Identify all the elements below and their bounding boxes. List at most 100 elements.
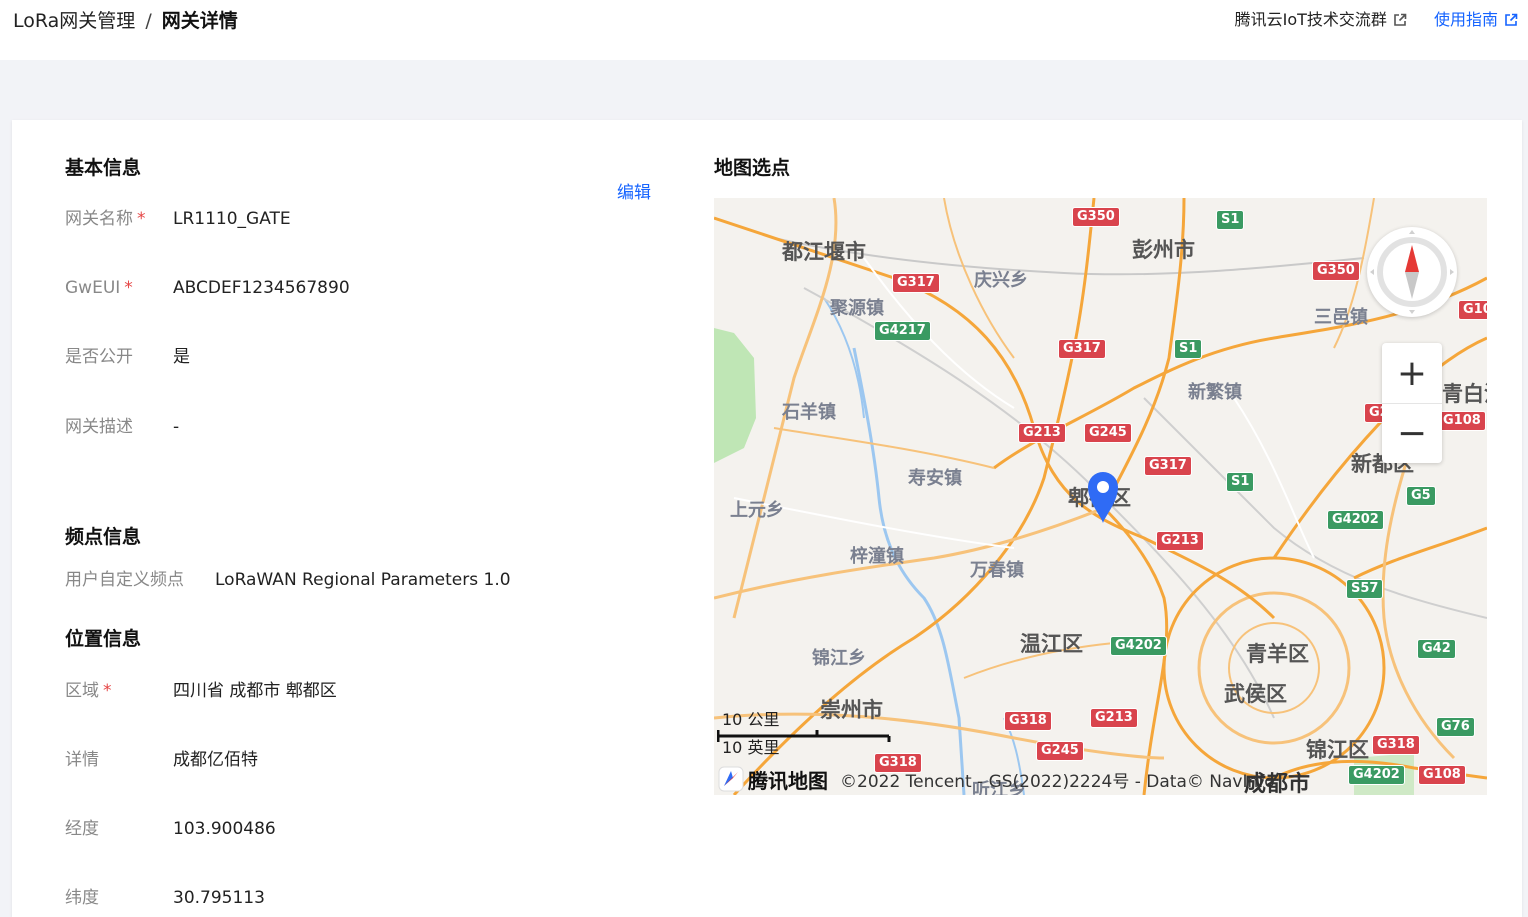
- external-link-icon: [1394, 13, 1407, 26]
- map-place: 上元乡: [730, 500, 784, 521]
- map-place: 梓潼镇: [850, 546, 904, 567]
- page-title: 网关详情: [161, 10, 238, 32]
- road-shield: G5: [1406, 486, 1436, 506]
- latitude-value: 30.795113: [173, 888, 265, 908]
- iot-community-label: 腾讯云IoT技术交流群: [1234, 10, 1387, 29]
- road-shield: G76: [1436, 717, 1475, 737]
- region-value: 四川省 成都市 郫都区: [173, 681, 337, 701]
- map-scale: 10 公里 10 英里: [717, 706, 893, 758]
- map-place: 彭州市: [1132, 238, 1195, 262]
- zoom-in-button[interactable]: +: [1382, 343, 1442, 403]
- map-place: 都江堰市: [782, 240, 866, 264]
- zoom-controls: + −: [1382, 343, 1442, 463]
- road-shield: G108: [1418, 765, 1466, 785]
- road-shield: S1: [1216, 210, 1245, 230]
- road-shield: G4217: [874, 321, 931, 341]
- map-attribution: 腾讯地图 ©2022 Tencent - GS(2022)2224号 - Dat…: [718, 764, 1275, 794]
- road-shield: G213: [1156, 531, 1204, 551]
- field-description: 网关描述 -: [65, 414, 179, 440]
- road-shield: G4202: [1327, 510, 1384, 530]
- road-shield: G42: [1417, 639, 1456, 659]
- map-place: 寿安镇: [908, 468, 962, 489]
- map-place: 庆兴乡: [974, 270, 1028, 291]
- gateway-name-value: LR1110_GATE: [173, 209, 291, 229]
- field-label: 网关名称 *: [65, 209, 146, 229]
- road-shield: G317: [1058, 339, 1106, 359]
- field-gateway-name: 网关名称 * LR1110_GATE: [65, 206, 291, 232]
- map-place: 新繁镇: [1188, 382, 1242, 403]
- field-label: 详情: [65, 750, 99, 770]
- map-place: 石羊镇: [782, 402, 836, 423]
- external-link-icon: [1505, 13, 1518, 26]
- road-shield: G350: [1072, 207, 1120, 227]
- field-label: 是否公开: [65, 347, 133, 367]
- iot-community-link[interactable]: 腾讯云IoT技术交流群: [1235, 8, 1407, 32]
- gweui-value: ABCDEF1234567890: [173, 278, 350, 298]
- field-label: 网关描述: [65, 417, 133, 437]
- road-shield: G213: [1018, 423, 1066, 443]
- gateway-detail-card: 基本信息 编辑 网关名称 * LR1110_GATE GwEUI * ABCDEF123…: [12, 120, 1522, 917]
- description-value: -: [173, 417, 180, 437]
- longitude-value: 103.900486: [173, 819, 276, 839]
- scale-mile-label: 10 英里: [722, 738, 780, 757]
- map-place: 锦江乡: [812, 648, 866, 669]
- road-shield: S1: [1226, 472, 1255, 492]
- road-shield: S1: [1174, 339, 1203, 359]
- map-place: 万春镇: [970, 560, 1024, 581]
- user-guide-link[interactable]: 使用指南: [1434, 8, 1518, 32]
- map-place: 温江区: [1020, 632, 1083, 656]
- map-title: 地图选点: [714, 157, 791, 179]
- field-public: 是否公开 是: [65, 344, 190, 370]
- location-info-title: 位置信息: [65, 628, 142, 650]
- map-place: 聚源镇: [830, 298, 884, 319]
- road-shield: G108: [1438, 411, 1486, 431]
- field-label: GwEUI *: [65, 278, 133, 298]
- map-copyright: ©2022 Tencent - GS(2022)2224号 - Data© Na…: [840, 771, 1275, 792]
- road-shield: G245: [1036, 741, 1084, 761]
- field-label: 区域 *: [65, 681, 112, 701]
- map-picker[interactable]: 都江堰市 彭州市 庆兴乡 聚源镇 三邑镇 石羊镇 新繁镇 青白江 寿安镇 新都区…: [714, 198, 1487, 795]
- public-value: 是: [173, 347, 190, 367]
- tencent-map-logo-icon: [718, 766, 744, 792]
- field-longitude: 经度 103.900486: [65, 816, 276, 842]
- map-place: 青羊区: [1246, 642, 1309, 666]
- compass-button[interactable]: [1367, 227, 1457, 317]
- field-label: 用户自定义频点: [65, 570, 184, 590]
- map-place: 锦江区: [1306, 738, 1369, 762]
- frequency-info-title: 频点信息: [65, 526, 142, 548]
- field-region: 区域 * 四川省 成都市 郫都区: [65, 678, 337, 704]
- frequency-value: LoRaWAN Regional Parameters 1.0: [215, 570, 511, 590]
- top-bar: LoRa网关管理 / 网关详情 腾讯云IoT技术交流群 使用指南: [0, 0, 1528, 60]
- field-latitude: 纬度 30.795113: [65, 885, 265, 911]
- breadcrumb-parent[interactable]: LoRa网关管理: [13, 10, 135, 32]
- road-shield: G317: [892, 273, 940, 293]
- scale-km-label: 10 公里: [722, 710, 780, 729]
- road-shield: G10: [1458, 300, 1487, 320]
- road-shield: G350: [1312, 261, 1360, 281]
- map-place: 三邑镇: [1314, 307, 1368, 328]
- field-detail: 详情 成都亿佰特: [65, 747, 258, 773]
- edit-button[interactable]: 编辑: [617, 178, 651, 203]
- breadcrumb-separator: /: [145, 10, 152, 32]
- road-shield: G318: [1372, 735, 1420, 755]
- map-place: 武侯区: [1224, 682, 1287, 706]
- location-pin-icon[interactable]: [1086, 468, 1120, 524]
- road-shield: G318: [1004, 711, 1052, 731]
- map-place: 青白江: [1442, 382, 1487, 406]
- map-logo-text: 腾讯地图: [748, 768, 828, 793]
- field-label: 纬度: [65, 888, 99, 908]
- basic-info-title: 基本信息: [65, 157, 142, 179]
- road-shield: G4202: [1348, 765, 1405, 785]
- user-guide-label: 使用指南: [1433, 10, 1498, 29]
- field-gweui: GwEUI * ABCDEF1234567890: [65, 275, 350, 301]
- breadcrumb: LoRa网关管理 / 网关详情: [13, 8, 238, 34]
- road-shield: G213: [1090, 708, 1138, 728]
- compass-icon: [1370, 230, 1454, 314]
- road-shield: G317: [1144, 456, 1192, 476]
- field-label: 经度: [65, 819, 99, 839]
- road-shield: G245: [1084, 423, 1132, 443]
- top-links: 腾讯云IoT技术交流群 使用指南: [1213, 8, 1518, 32]
- road-shield: G4202: [1110, 636, 1167, 656]
- field-frequency: 用户自定义频点 LoRaWAN Regional Parameters 1.0: [65, 567, 511, 593]
- zoom-out-button[interactable]: −: [1382, 403, 1442, 463]
